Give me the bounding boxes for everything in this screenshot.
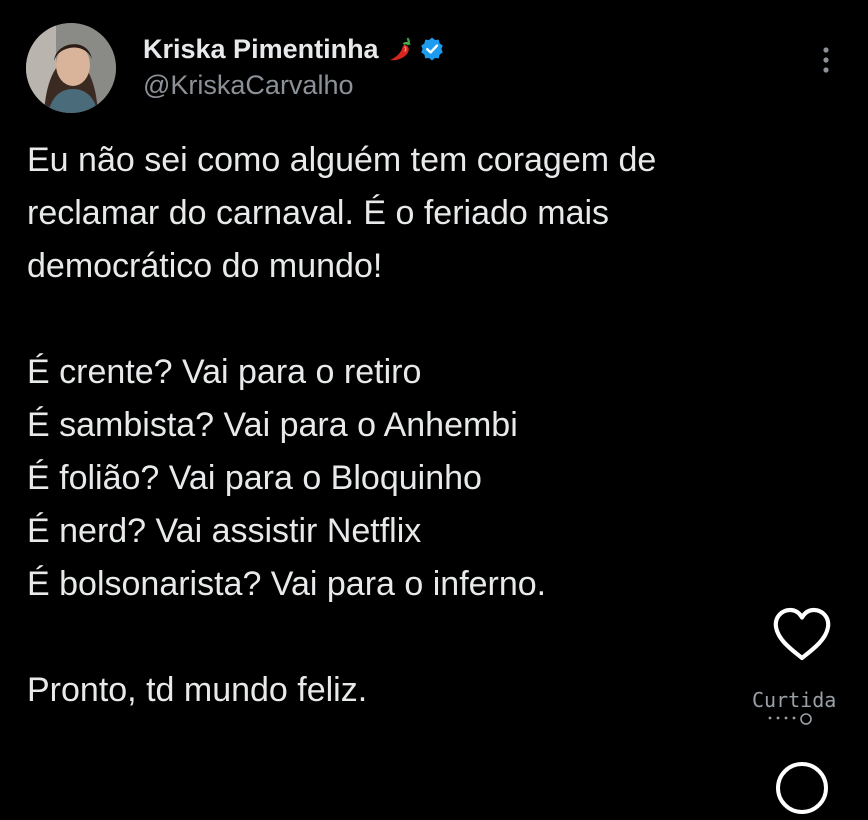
tweet-line: Pronto, td mundo feliz. (27, 671, 368, 709)
author-handle[interactable]: @KriskaCarvalho (143, 70, 353, 101)
tweet-line: É bolsonarista? Vai para o inferno. (27, 565, 547, 603)
avatar-photo (26, 23, 116, 113)
tweet-text: Eu não sei como alguém tem coragem de re… (27, 134, 787, 717)
tweet-line (27, 293, 787, 346)
chili-pepper-icon (389, 37, 411, 61)
comment-bubble-icon[interactable] (772, 760, 832, 820)
tweet-line: É folião? Vai para o Bloquinho (27, 459, 482, 497)
like-label: Curtida (752, 688, 837, 712)
like-dots-decoration (768, 713, 812, 725)
tweet-line (27, 611, 787, 664)
avatar[interactable] (26, 23, 116, 113)
author-display-name[interactable]: Kriska Pimentinha (143, 34, 379, 65)
author-name-row: Kriska Pimentinha (143, 32, 445, 66)
tweet-line: reclamar do carnaval. É o feriado mais (27, 194, 610, 232)
verified-badge-icon (420, 37, 443, 61)
tweet-line: É nerd? Vai assistir Netflix (27, 512, 422, 550)
tweet-line: É crente? Vai para o retiro (27, 353, 422, 391)
tweet-line: É sambista? Vai para o Anhembi (27, 406, 518, 444)
more-vertical-icon[interactable] (812, 42, 840, 82)
tweet-line: Eu não sei como alguém tem coragem de (27, 141, 657, 179)
heart-outline-icon[interactable] (770, 604, 834, 664)
tweet-line: democrático do mundo! (27, 247, 383, 285)
